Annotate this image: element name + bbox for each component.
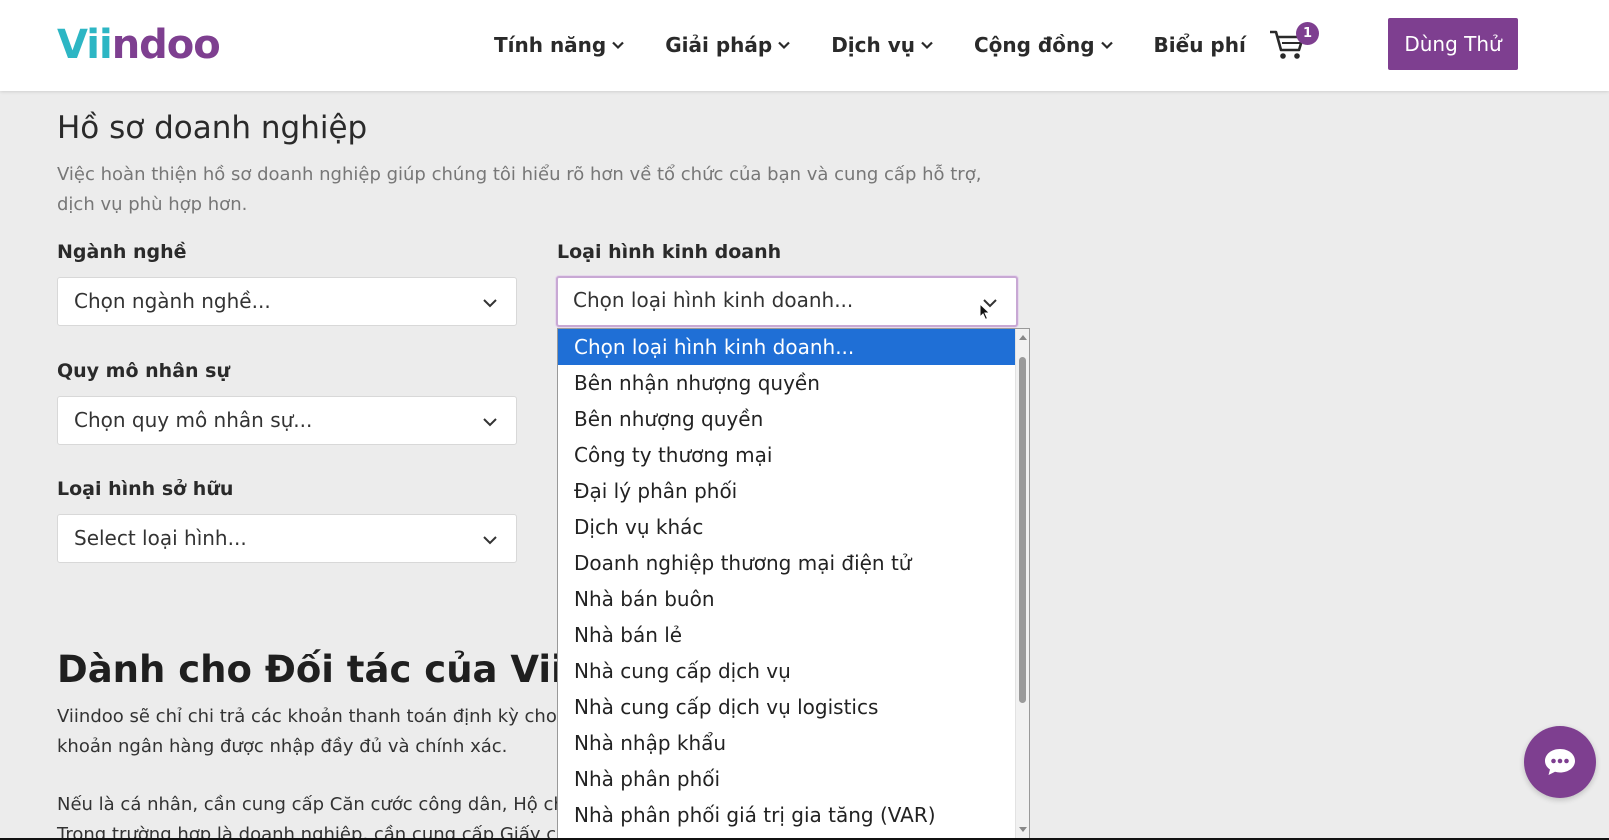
dropdown-option[interactable]: Nhà cung cấp dịch vụ logistics	[558, 689, 1016, 725]
dropdown-option[interactable]: Dịch vụ khác	[558, 509, 1016, 545]
try-now-button[interactable]: Dùng Thử	[1388, 18, 1518, 70]
partner-title: Dành cho Đối tác của Viindoo	[57, 648, 557, 691]
dropdown-option[interactable]: Chọn loại hình kinh doanh...	[558, 329, 1016, 365]
dropdown-option[interactable]: Nhà nhập khẩu	[558, 725, 1016, 761]
partner-text: Nếu là cá nhân, cần cung cấp Căn cước cô…	[57, 794, 557, 815]
scrollbar-thumb[interactable]	[1019, 357, 1026, 703]
headcount-label: Quy mô nhân sự	[57, 360, 230, 382]
chevron-down-icon	[483, 418, 497, 427]
scroll-down-arrow-icon[interactable]	[1019, 827, 1027, 832]
industry-label: Ngành nghề	[57, 241, 187, 263]
chevron-down-icon	[1100, 41, 1113, 50]
nav-item-pricing[interactable]: Biểu phí	[1154, 28, 1246, 62]
nav-item-solutions[interactable]: Giải pháp	[665, 28, 791, 62]
dropdown-option[interactable]: Nhà bán lẻ	[558, 617, 1016, 653]
scroll-up-arrow-icon[interactable]	[1019, 335, 1027, 340]
business-type-select[interactable]: Chọn loại hình kinh doanh...	[556, 276, 1018, 327]
business-type-dropdown-list[interactable]: Chọn loại hình kinh doanh... Bên nhận nh…	[557, 328, 1030, 839]
dropdown-option[interactable]: Nhà phân phối	[558, 761, 1016, 797]
dropdown-option[interactable]: Nhà bán buôn	[558, 581, 1016, 617]
nav-item-services[interactable]: Dịch vụ	[831, 28, 934, 62]
chat-bubble-icon	[1545, 749, 1575, 775]
business-type-label: Loại hình kinh doanh	[557, 241, 782, 263]
chevron-down-icon	[612, 41, 625, 50]
partner-text: khoản ngân hàng được nhập đầy đủ và chín…	[57, 736, 508, 757]
dropdown-option[interactable]: Công ty thương mại	[558, 437, 1016, 473]
dropdown-scrollbar[interactable]	[1015, 329, 1029, 838]
page-title: Hồ sơ doanh nghiệp	[57, 110, 368, 146]
chevron-down-icon	[921, 41, 933, 50]
cart-count-badge: 1	[1296, 22, 1319, 45]
nav-item-community[interactable]: Cộng đồng	[974, 28, 1114, 62]
industry-select[interactable]: Chọn ngành nghề...	[57, 277, 517, 326]
ownership-select[interactable]: Select loại hình...	[57, 514, 517, 563]
chevron-down-icon	[483, 299, 497, 308]
dropdown-option[interactable]: Doanh nghiệp thương mại điện tử	[558, 545, 1016, 581]
chat-button[interactable]	[1524, 726, 1596, 798]
headcount-select[interactable]: Chọn quy mô nhân sự...	[57, 396, 517, 445]
ownership-label: Loại hình sở hữu	[57, 478, 234, 500]
dropdown-option[interactable]: Nhà cung cấp dịch vụ	[558, 653, 1016, 689]
main-nav: Tính năng Giải pháp Dịch vụ Cộng đồng Bi…	[494, 28, 1286, 62]
partner-text: Viindoo sẽ chỉ chi trả các khoản thanh t…	[57, 706, 557, 727]
mouse-cursor-icon	[979, 303, 991, 321]
profile-description: Việc hoàn thiện hồ sơ doanh nghiệp giúp …	[57, 164, 982, 215]
chevron-down-icon	[778, 41, 790, 50]
dropdown-option[interactable]: Bên nhận nhượng quyền	[558, 365, 1016, 401]
dropdown-option[interactable]: Bên nhượng quyền	[558, 401, 1016, 437]
viindoo-logo[interactable]: Viindoo	[57, 20, 221, 70]
partner-text: Trong trường hợp là doanh nghiệp, cần cu…	[57, 824, 557, 840]
dropdown-option[interactable]: Nhà phân phối giá trị gia tăng (VAR)	[558, 797, 1016, 833]
nav-item-features[interactable]: Tính năng	[494, 28, 625, 62]
partner-section: Dành cho Đối tác của Viindoo Viindoo sẽ …	[0, 640, 557, 840]
top-navbar: Viindoo Tính năng Giải pháp Dịch vụ Cộng…	[0, 0, 1609, 91]
dropdown-option[interactable]: Đại lý phân phối	[558, 473, 1016, 509]
chevron-down-icon	[483, 536, 497, 545]
